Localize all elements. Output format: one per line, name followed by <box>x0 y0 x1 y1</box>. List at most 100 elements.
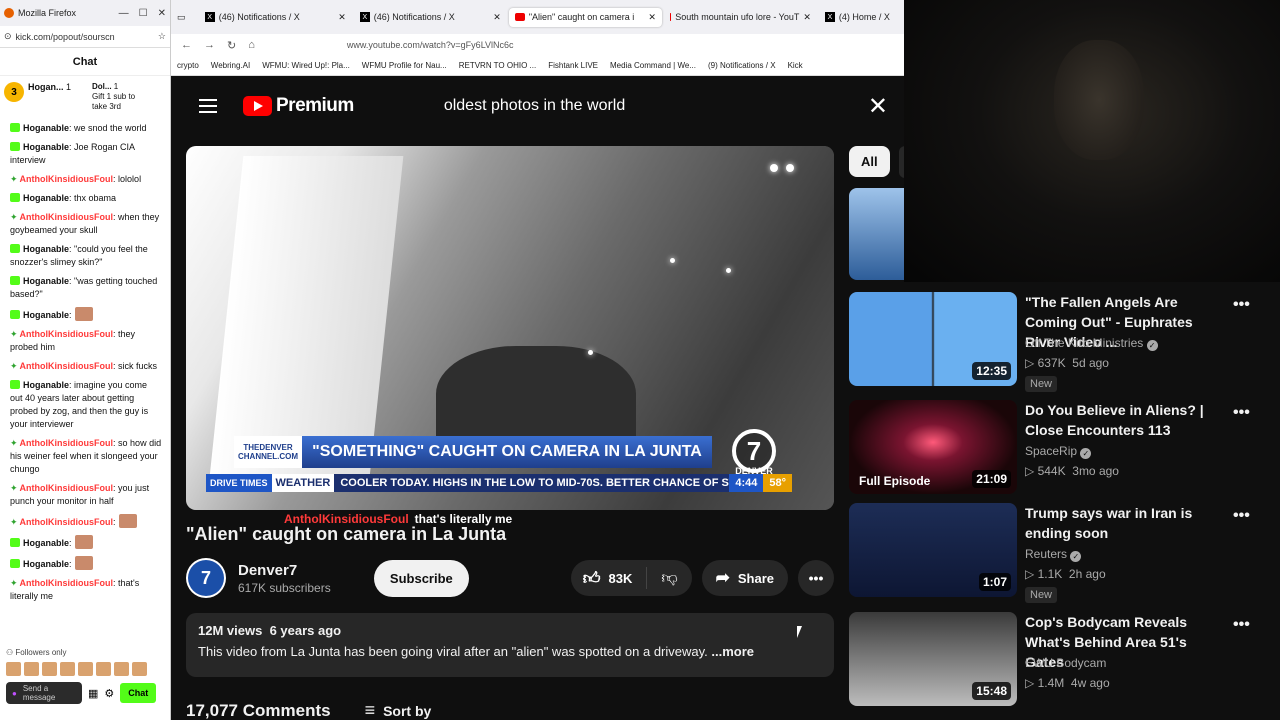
recommendation-card[interactable]: 1:07 Trump says war in Iran is ending soo… <box>849 503 1280 603</box>
emote-icon[interactable] <box>6 662 21 676</box>
sort-by-button[interactable]: ≡ Sort by <box>365 700 432 720</box>
chat-username[interactable]: Hoganable <box>23 142 69 152</box>
bookmark-item[interactable]: (9) Notifications / X <box>708 61 776 70</box>
recommendation-thumbnail[interactable]: 12:35 <box>849 292 1017 386</box>
clear-search-icon[interactable]: ✕ <box>868 92 888 121</box>
back-icon[interactable]: ← <box>181 39 192 51</box>
emote-icon[interactable] <box>114 662 129 676</box>
hamburger-menu-icon[interactable] <box>199 99 217 113</box>
chat-username[interactable]: Hoganable <box>23 310 69 320</box>
bookmark-item[interactable]: Media Command | We... <box>610 61 696 70</box>
chat-username[interactable]: AntholKinsidiousFoul <box>20 578 114 588</box>
chat-browser-title: Mozilla Firefox <box>18 8 77 18</box>
bookmark-item[interactable]: Kick <box>788 61 803 70</box>
channel-name[interactable]: Denver7 <box>238 562 360 579</box>
chat-username[interactable]: AntholKinsidiousFoul <box>20 174 114 184</box>
home-icon[interactable]: ⌂ <box>248 39 255 51</box>
more-vertical-icon[interactable]: ••• <box>1233 616 1250 634</box>
recommendation-channel[interactable]: SpaceRip ✓ <box>1025 444 1092 459</box>
recommendation-channel[interactable]: Off The Kirb Ministries ✓ <box>1025 336 1158 351</box>
recommendation-thumbnail[interactable]: 1:07 <box>849 503 1017 597</box>
top-gifter[interactable]: Hogan... 1 <box>28 82 88 92</box>
chat-url-bar[interactable]: ⊙ kick.com/popout/sourscn ☆ <box>0 26 170 48</box>
close-tab-icon[interactable]: ✕ <box>803 12 811 23</box>
close-tab-icon[interactable]: ✕ <box>493 12 501 23</box>
filter-chip-all[interactable]: All <box>849 146 890 177</box>
emote-picker-icon[interactable]: ▦ <box>88 687 98 700</box>
browser-tab-4[interactable]: South mountain ufo lore - YouT ✕ <box>664 8 817 27</box>
tab-overview-icon[interactable]: ▭ <box>177 12 197 23</box>
channel-avatar[interactable]: 7 <box>186 558 226 598</box>
like-button[interactable]: 👍︎ 83K <box>571 567 648 589</box>
recommendation-thumbnail[interactable]: Full Episode 21:09 <box>849 400 1017 494</box>
close-tab-icon[interactable]: ✕ <box>338 12 346 23</box>
chat-username[interactable]: Hoganable <box>23 123 69 133</box>
chat-username[interactable]: Hoganable <box>23 244 69 254</box>
search-input[interactable]: oldest photos in the world <box>444 97 864 115</box>
more-vertical-icon[interactable]: ••• <box>1233 296 1250 314</box>
reload-icon[interactable]: ↻ <box>227 39 236 52</box>
browser-tab-5[interactable]: X (4) Home / X <box>819 8 898 26</box>
bookmark-item[interactable]: RETVRN TO OHIO ... <box>459 61 537 70</box>
recommendation-card[interactable]: Full Episode 21:09 Do You Believe in Alien… <box>849 400 1280 498</box>
recommendation-card[interactable]: 15:48 Cop's Bodycam Reveals What's Behind… <box>849 612 1280 710</box>
sort-icon: ≡ <box>364 700 376 720</box>
chat-username[interactable]: AntholKinsidiousFoul <box>20 361 114 371</box>
bookmark-item[interactable]: WFMU: Wired Up!: Pla... <box>262 61 350 70</box>
emote-icon[interactable] <box>42 662 57 676</box>
forward-icon[interactable]: → <box>204 39 215 51</box>
chat-username[interactable]: Hoganable <box>23 276 69 286</box>
dislike-button[interactable]: 👎︎ <box>647 569 691 588</box>
maximize-icon[interactable]: ☐ <box>139 8 148 19</box>
bookmark-item[interactable]: Fishtank LIVE <box>548 61 598 70</box>
recommendation-card[interactable]: 12:35 "The Fallen Angels Are Coming Out" … <box>849 292 1280 392</box>
video-player[interactable]: THEDENVER CHANNEL.COM "SOMETHING" CAUGHT… <box>186 146 834 510</box>
share-button[interactable]: ➦ Share <box>701 560 789 596</box>
close-tab-icon[interactable]: ✕ <box>648 12 656 23</box>
chat-username[interactable]: AntholKinsidiousFoul <box>20 483 114 493</box>
more-vertical-icon[interactable]: ••• <box>1233 507 1250 525</box>
browser-tab-2[interactable]: X (46) Notifications / X ✕ <box>354 8 507 27</box>
browser-tab-1[interactable]: X (46) Notifications / X ✕ <box>199 8 352 27</box>
bookmark-star-icon[interactable]: ☆ <box>158 31 166 42</box>
youtube-premium-logo[interactable]: Premium <box>243 95 354 117</box>
bookmark-item[interactable]: Webring.AI <box>211 61 250 70</box>
chat-message-input[interactable]: ● Send a message <box>6 682 82 704</box>
more-vertical-icon[interactable]: ••• <box>1233 404 1250 422</box>
emote-icon[interactable] <box>96 662 111 676</box>
chat-username[interactable]: Hoganable <box>23 380 69 390</box>
subscribe-button[interactable]: Subscribe <box>373 559 469 597</box>
mic-icon[interactable]: ● <box>12 689 17 698</box>
recommendation-channel[interactable]: EWU Bodycam <box>1025 656 1106 670</box>
chat-username[interactable]: Hoganable <box>23 538 69 548</box>
recommendation-title[interactable]: Do You Believe in Aliens? | Close Encoun… <box>1025 400 1225 440</box>
recommendation-thumbnail[interactable]: 15:48 <box>849 612 1017 706</box>
chat-username[interactable]: AntholKinsidiousFoul <box>20 212 114 222</box>
emote-icon[interactable] <box>78 662 93 676</box>
chat-username[interactable]: Hoganable <box>23 193 69 203</box>
emote-icon[interactable] <box>132 662 147 676</box>
address-bar[interactable]: www.youtube.com/watch?v=gFy6LVlNc6c <box>347 40 894 50</box>
bookmark-item[interactable]: WFMU Profile for Nau... <box>362 61 447 70</box>
recommendation-title[interactable]: Trump says war in Iran is ending soon <box>1025 503 1225 543</box>
chat-username[interactable]: Hoganable <box>23 559 69 569</box>
chat-username[interactable]: AntholKinsidiousFoul <box>20 329 114 339</box>
minimize-icon[interactable]: — <box>119 8 129 19</box>
browser-tab-3[interactable]: "Alien" caught on camera i ✕ <box>508 7 662 27</box>
settings-gear-icon[interactable]: ⚙ <box>104 687 114 700</box>
bookmark-item[interactable]: crypto <box>177 61 199 70</box>
emote-icon[interactable] <box>60 662 75 676</box>
recommendation-channel[interactable]: Reuters ✓ <box>1025 547 1082 562</box>
recommendation-thumbnail-partial[interactable] <box>849 188 904 280</box>
description-box[interactable]: 12M views 6 years ago This video from La… <box>186 613 834 677</box>
close-icon[interactable]: ✕ <box>158 8 166 19</box>
second-gifter[interactable]: Dol... 1 Gift 1 sub to take 3rd <box>92 82 152 112</box>
chat-send-button[interactable]: Chat <box>120 683 157 703</box>
chat-message-list[interactable]: Hoganable: we snod the world Hoganable: J… <box>0 116 170 603</box>
chat-url[interactable]: kick.com/popout/sourscn <box>16 32 154 42</box>
show-more-link[interactable]: ...more <box>711 644 754 659</box>
chat-username[interactable]: AntholKinsidiousFoul <box>20 438 114 448</box>
more-actions-button[interactable]: ••• <box>798 560 835 596</box>
chat-username[interactable]: AntholKinsidiousFoul <box>20 517 114 527</box>
emote-icon[interactable] <box>24 662 39 676</box>
